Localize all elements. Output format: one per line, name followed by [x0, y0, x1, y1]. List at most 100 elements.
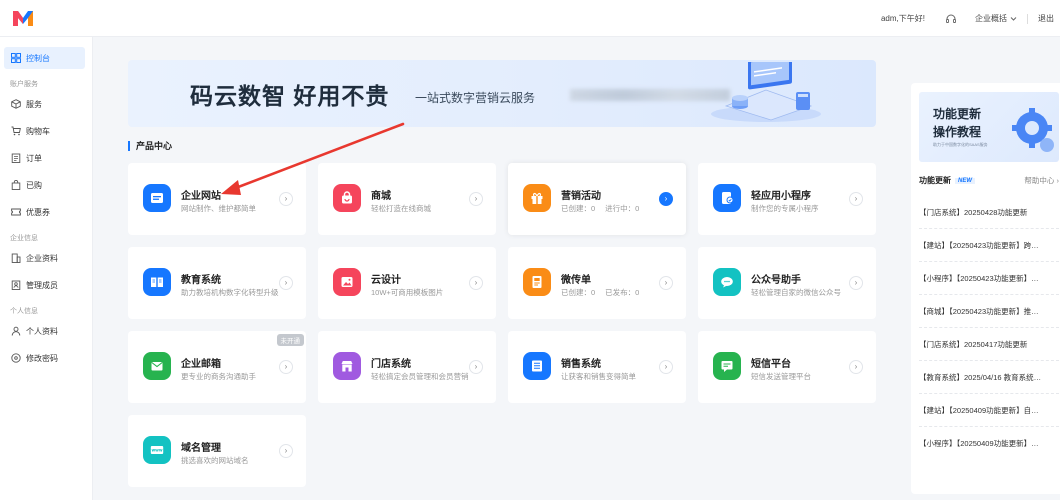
chevron-right-icon[interactable]: ›	[659, 276, 673, 290]
tutorial-banner-title: 功能更新	[933, 107, 982, 121]
headset-icon[interactable]	[945, 13, 957, 25]
divider	[919, 228, 1059, 229]
update-item[interactable]: 【门店系统】20250417功能更新	[919, 339, 1059, 350]
promo-banner[interactable]: 码云数智 好用不贵 一站式数字营销云服务	[128, 60, 876, 127]
chevron-right-icon[interactable]: ›	[469, 276, 483, 290]
sidebar-item-services[interactable]: 服务	[4, 93, 85, 115]
updates-panel: 功能更新 操作教程 助力于中国数字化的SAAS服务 功能更新 NEW 帮助中心 …	[911, 83, 1060, 494]
product-card-website[interactable]: 企业网站 网站制作、维护都简单 ›	[128, 163, 306, 235]
chevron-right-icon[interactable]: ›	[659, 360, 673, 374]
sidebar-item-label: 优惠券	[26, 207, 50, 217]
product-card-store-system[interactable]: 门店系统 轻松搞定会员管理和会员营销 ›	[318, 331, 496, 403]
wechat-icon	[713, 268, 741, 296]
overview-label: 企业概括	[975, 14, 1007, 23]
members-icon	[11, 280, 21, 290]
chevron-right-icon[interactable]: ›	[469, 360, 483, 374]
chevron-right-icon[interactable]: ›	[849, 360, 863, 374]
sidebar: 控制台 账户服务 服务 购物车 订单 已购 优惠券 企业信息 企业资料 管理成员…	[0, 37, 93, 500]
created-count: 已创建：0	[561, 204, 596, 213]
lock-icon	[11, 353, 21, 363]
store-icon	[333, 352, 361, 380]
mail-icon	[143, 352, 171, 380]
product-card-flyer[interactable]: 微传单 已创建：0 已发布：0 ›	[508, 247, 686, 319]
sidebar-item-label: 控制台	[26, 53, 50, 63]
tutorial-banner[interactable]: 功能更新 操作教程 助力于中国数字化的SAAS服务	[919, 92, 1059, 162]
product-card-mini-program[interactable]: 轻应用小程序 制作您的专属小程序 ›	[698, 163, 876, 235]
sidebar-item-members[interactable]: 管理成员	[4, 274, 85, 296]
divider	[1027, 13, 1028, 24]
chevron-right-icon[interactable]: ›	[849, 276, 863, 290]
user-icon	[11, 326, 21, 336]
card-title: 微传单	[561, 275, 591, 286]
update-item[interactable]: 【建站】【20250409功能更新】自…	[919, 405, 1059, 416]
website-icon	[143, 184, 171, 212]
update-item[interactable]: 【门店系统】20250428功能更新	[919, 207, 1059, 218]
chevron-right-icon[interactable]: ›	[279, 444, 293, 458]
product-card-wechat-assistant[interactable]: 公众号助手 轻松管理自家的微信公众号 ›	[698, 247, 876, 319]
product-card-domain[interactable]: www 域名管理 挑选喜欢的网站域名 ›	[128, 415, 306, 487]
card-title: 营销活动	[561, 191, 601, 202]
sidebar-item-label: 修改密码	[26, 353, 58, 363]
help-center-label: 帮助中心	[1024, 176, 1055, 185]
product-card-shop[interactable]: 商城 轻松打造在线商城 ›	[318, 163, 496, 235]
update-item[interactable]: 【商城】【20250423功能更新】推…	[919, 306, 1059, 317]
chevron-right-icon[interactable]: ›	[849, 192, 863, 206]
help-center-link[interactable]: 帮助中心 ›	[1024, 175, 1059, 186]
chevron-right-icon[interactable]: ›	[279, 192, 293, 206]
card-stats: 已创建：0 已发布：0	[561, 287, 639, 298]
sidebar-group-personal: 个人信息	[10, 308, 38, 315]
logout-link[interactable]: 退出	[1038, 13, 1054, 24]
update-item[interactable]: 【小程序】【20250409功能更新】…	[919, 438, 1059, 449]
sidebar-item-coupons[interactable]: 优惠券	[4, 201, 85, 223]
product-card-marketing[interactable]: 营销活动 已创建：0 进行中：0 ›	[508, 163, 686, 235]
sidebar-item-dashboard[interactable]: 控制台	[4, 47, 85, 69]
chevron-right-icon[interactable]: ›	[659, 192, 673, 206]
chevron-right-icon[interactable]: ›	[279, 276, 293, 290]
card-title: 门店系统	[371, 359, 411, 370]
chevron-right-icon[interactable]: ›	[469, 192, 483, 206]
product-card-cloud-design[interactable]: 云设计 10W+可商用模板图片 ›	[318, 247, 496, 319]
computer-illustration-icon	[711, 62, 821, 122]
update-item[interactable]: 【教育系统】2025/04/16 教育系统…	[919, 372, 1059, 383]
book-icon	[143, 268, 171, 296]
sidebar-item-label: 管理成员	[26, 280, 58, 290]
sidebar-item-change-password[interactable]: 修改密码	[4, 347, 85, 369]
enterprise-overview-dropdown[interactable]: 企业概括	[975, 13, 1017, 24]
sidebar-item-personal-profile[interactable]: 个人资料	[4, 320, 85, 342]
card-title: 短信平台	[751, 359, 791, 370]
sidebar-item-purchased[interactable]: 已购	[4, 174, 85, 196]
sidebar-item-label: 订单	[26, 153, 42, 163]
new-badge: NEW	[955, 177, 975, 184]
header-actions: adm,下午好! 企业概括 退出	[881, 0, 1054, 37]
dashboard-icon	[11, 53, 21, 63]
chevron-right-icon[interactable]: ›	[279, 360, 293, 374]
card-desc: 轻松管理自家的微信公众号	[751, 288, 841, 297]
card-desc: 制作您的专属小程序	[751, 204, 819, 213]
product-card-education[interactable]: 教育系统 助力教培机构数字化转型升级 ›	[128, 247, 306, 319]
user-greeting[interactable]: adm,下午好!	[881, 13, 925, 24]
card-title: 云设计	[371, 275, 401, 286]
banner-title: 码云数智 好用不贵	[190, 83, 390, 109]
top-bar: adm,下午好! 企业概括 退出	[0, 0, 1060, 37]
card-desc: 让获客和销售变得简单	[561, 372, 636, 381]
product-card-enterprise-mail[interactable]: 未开通 企业邮箱 更专业的商务沟通助手 ›	[128, 331, 306, 403]
sidebar-item-cart[interactable]: 购物车	[4, 120, 85, 142]
sidebar-item-enterprise-profile[interactable]: 企业资料	[4, 247, 85, 269]
update-item[interactable]: 【小程序】【20250423功能更新】…	[919, 273, 1059, 284]
card-title: 企业邮箱	[181, 359, 221, 370]
card-title: 域名管理	[181, 443, 221, 454]
sidebar-item-orders[interactable]: 订单	[4, 147, 85, 169]
not-activated-badge: 未开通	[276, 334, 304, 346]
card-title: 公众号助手	[751, 275, 801, 286]
box-icon	[11, 99, 21, 109]
flyer-icon	[523, 268, 551, 296]
card-title: 销售系统	[561, 359, 601, 370]
card-desc: 网站制作、维护都简单	[181, 204, 256, 213]
brand-logo-icon[interactable]	[12, 9, 34, 27]
product-card-sales-system[interactable]: 销售系统 让获客和销售变得简单 ›	[508, 331, 686, 403]
product-card-sms-platform[interactable]: 短信平台 短信发送管理平台 ›	[698, 331, 876, 403]
update-item[interactable]: 【建站】【20250423功能更新】跨…	[919, 240, 1059, 251]
sidebar-item-label: 企业资料	[26, 253, 58, 263]
updates-heading: 功能更新	[919, 176, 951, 185]
shop-bag-icon	[333, 184, 361, 212]
